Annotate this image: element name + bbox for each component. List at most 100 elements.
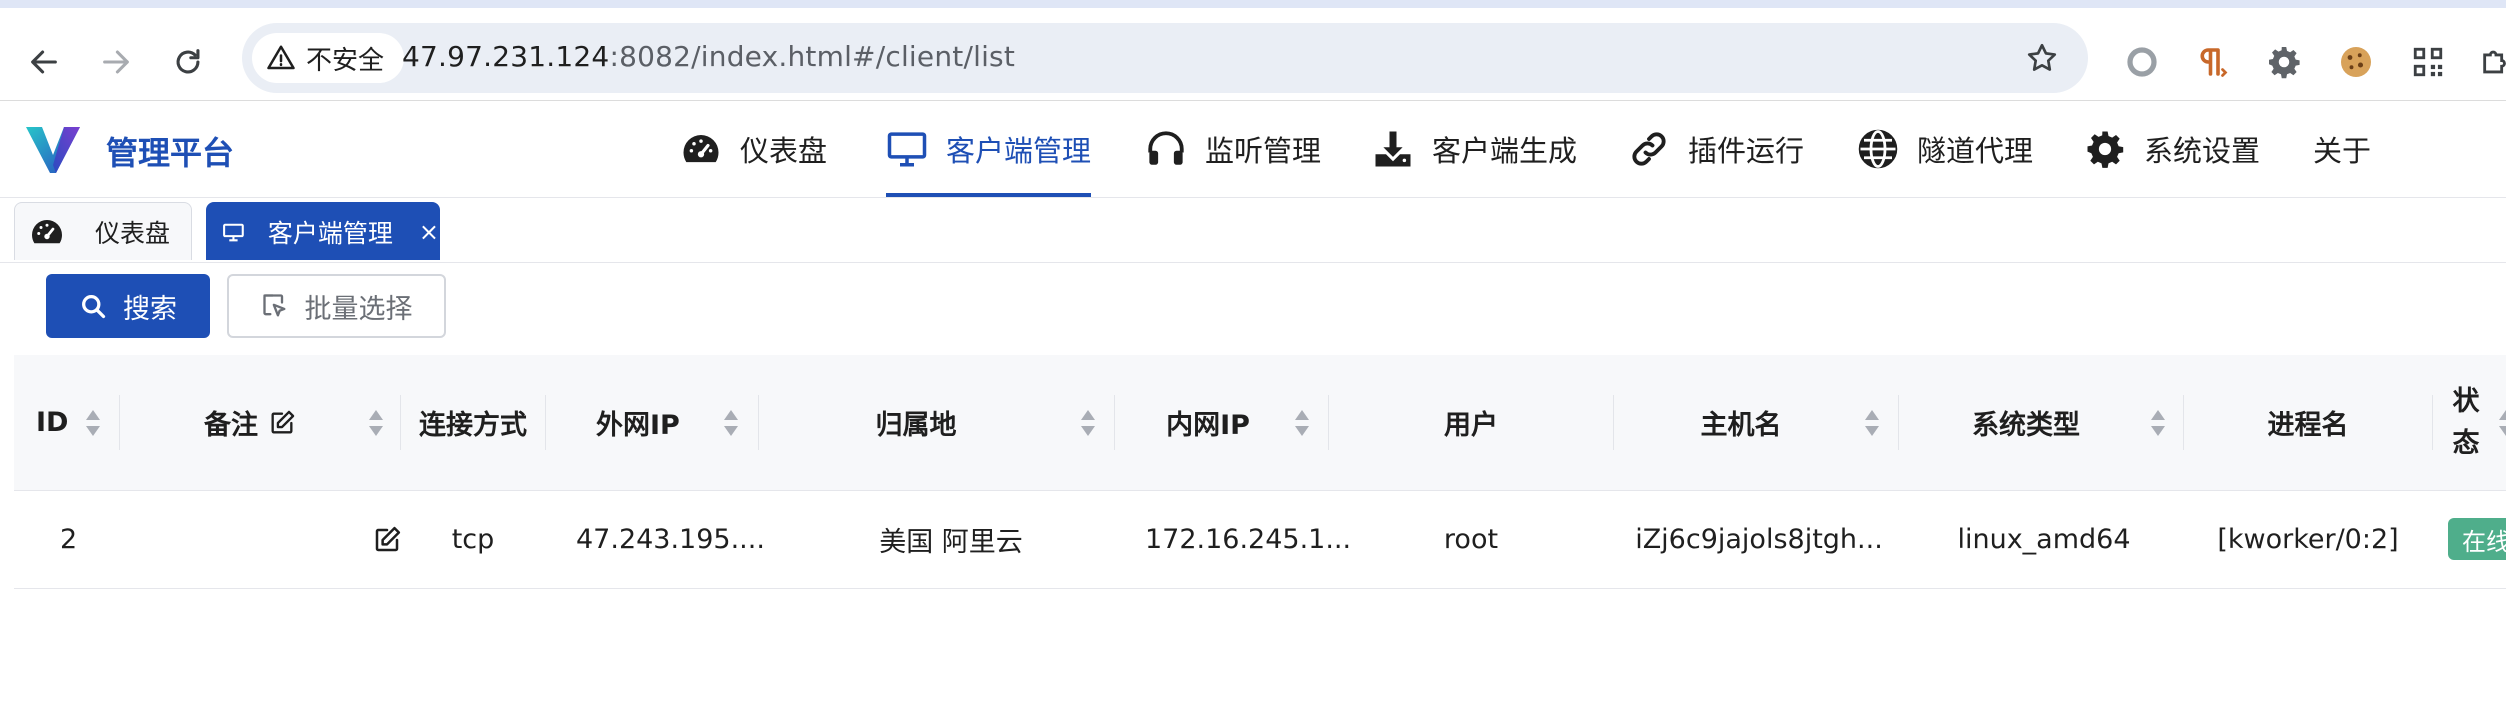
cell-os: linux_amd64 <box>1957 524 2131 555</box>
table-row[interactable]: 2 tcp 47.243.195.... 美国 阿里云 172.16.245.1… <box>14 491 2506 589</box>
forward-button[interactable] <box>88 34 144 90</box>
address-bar[interactable]: 不安全 47.97.231.124:8082/index.html#/clien… <box>242 23 2088 93</box>
column-label: 进程名 <box>2267 410 2349 441</box>
app-logo <box>26 127 80 173</box>
nav-dashboard[interactable]: 仪表盘 <box>680 101 827 197</box>
column-header-process[interactable]: 进程名 <box>2184 355 2432 490</box>
extension-circle-icon[interactable] <box>2122 42 2162 82</box>
column-label: 主机名 <box>1700 410 1782 441</box>
cell-private-ip: 172.16.245.1... <box>1145 524 1352 555</box>
sort-icon[interactable] <box>1862 407 1882 439</box>
tab-label: 仪表盘 <box>95 218 171 248</box>
cell-process: [kworker/0:2] <box>2217 524 2399 555</box>
column-label: 内网IP <box>1166 410 1250 441</box>
nav-system-settings[interactable]: 系统设置 <box>2084 101 2260 197</box>
batch-select-label: 批量选择 <box>304 293 413 325</box>
sort-icon[interactable] <box>1292 407 1312 439</box>
globe-icon <box>1858 129 1898 169</box>
page-tabs: 仪表盘 客户端管理 × <box>0 198 2506 263</box>
window-top-strip <box>0 0 2506 8</box>
edit-icon[interactable] <box>372 525 402 555</box>
sort-icon[interactable] <box>2496 407 2506 439</box>
nav-label: 监听管理 <box>1205 134 1322 168</box>
column-separator <box>2432 395 2433 450</box>
dashboard-icon <box>32 219 63 243</box>
cell-public-ip: 47.243.195.... <box>576 524 765 555</box>
reload-button[interactable] <box>160 34 216 90</box>
table-header: ID 备注 连接方式 外网IP 归属地 内网IP 用户 主机名 系统类型 进程名… <box>14 355 2506 491</box>
nav-client-management[interactable]: 客户端管理 <box>886 101 1092 197</box>
extension-cookie-icon[interactable] <box>2336 42 2376 82</box>
column-label: ID <box>36 407 69 438</box>
nav-plugin-run[interactable]: 插件运行 <box>1628 101 1804 197</box>
close-icon[interactable]: × <box>419 218 439 246</box>
column-header-hostname[interactable]: 主机名 <box>1614 355 1898 490</box>
batch-select-button[interactable]: 批量选择 <box>227 274 446 338</box>
column-header-status[interactable]: 状态 <box>2448 355 2484 490</box>
nav-client-generate[interactable]: 客户端生成 <box>1372 101 1577 197</box>
edit-icon <box>271 410 295 433</box>
nav-label: 关于 <box>2313 134 2372 168</box>
nav-label: 客户端管理 <box>946 134 1092 168</box>
status-badge: 在线 <box>2448 518 2506 560</box>
column-header-user[interactable]: 用户 <box>1329 355 1613 490</box>
plugin-link-icon <box>1632 132 1666 166</box>
brand-title: 管理平台 <box>106 134 235 172</box>
nav-tunnel-proxy[interactable]: 隧道代理 <box>1857 101 2033 197</box>
bookmark-star-icon[interactable] <box>2024 40 2060 76</box>
cell-remark[interactable] <box>120 491 420 588</box>
security-label: 不安全 <box>306 45 385 76</box>
url-text[interactable]: 47.97.231.124:8082/index.html#/client/li… <box>402 40 1015 73</box>
app-header: 管理平台 仪表盘 客户端管理 监听管理 客户端生成 插件运行 隧道代理 系统设置… <box>0 101 2506 198</box>
security-chip[interactable]: 不安全 <box>252 33 405 83</box>
gear-icon <box>2087 131 2124 168</box>
column-header-os[interactable]: 系统类型 <box>1899 355 2183 490</box>
tab-client-management[interactable]: 客户端管理 × <box>206 202 440 260</box>
warning-icon <box>267 45 295 70</box>
extensions-puzzle-icon[interactable] <box>2476 42 2506 82</box>
reload-icon <box>176 49 200 74</box>
column-label: 系统类型 <box>1972 410 2080 441</box>
sort-icon[interactable] <box>83 407 103 439</box>
nav-label: 客户端生成 <box>1432 134 1578 168</box>
nav-label: 系统设置 <box>2144 134 2261 168</box>
arrow-right-icon <box>103 50 129 74</box>
tab-dashboard[interactable]: 仪表盘 <box>14 202 192 260</box>
column-label: 外网IP <box>596 410 680 441</box>
search-icon <box>82 295 106 319</box>
column-header-location[interactable]: 归属地 <box>759 355 1113 490</box>
sort-icon[interactable] <box>366 407 386 439</box>
column-header-id[interactable]: ID <box>14 355 124 490</box>
extension-qrcode-icon[interactable] <box>2408 42 2448 82</box>
extension-gear-icon[interactable] <box>2264 42 2304 82</box>
headphones-icon <box>1148 131 1184 165</box>
sort-icon[interactable] <box>1078 407 1098 439</box>
back-button[interactable] <box>16 34 72 90</box>
nav-label: 仪表盘 <box>740 134 828 168</box>
sort-icon[interactable] <box>2148 407 2168 439</box>
extension-pilcrow-icon[interactable] <box>2192 42 2232 82</box>
column-label: 连接方式 <box>419 410 527 441</box>
nav-listener-management[interactable]: 监听管理 <box>1145 101 1321 197</box>
url-path: :8082/index.html#/client/list <box>609 40 1016 73</box>
search-button[interactable]: 搜索 <box>46 274 210 338</box>
column-label: 用户 <box>1444 410 1498 441</box>
dashboard-icon <box>683 135 719 163</box>
sort-icon[interactable] <box>721 407 741 439</box>
tab-label: 客户端管理 <box>267 218 393 248</box>
nav-label: 隧道代理 <box>1917 134 2034 168</box>
column-header-connection[interactable]: 连接方式 <box>401 355 545 490</box>
nav-about[interactable]: 关于 <box>2313 101 2371 197</box>
cell-hostname: iZj6c9jajols8jtgh... <box>1635 524 1883 555</box>
column-label: 备注 <box>204 410 258 441</box>
column-label: 状态 <box>2452 385 2480 459</box>
browser-toolbar: 不安全 47.97.231.124:8082/index.html#/clien… <box>0 8 2506 101</box>
nav-label: 插件运行 <box>1688 134 1805 168</box>
cell-location: 美国 阿里云 <box>879 527 1023 558</box>
cell-connection: tcp <box>451 524 495 555</box>
arrow-left-icon <box>31 50 57 74</box>
column-label: 归属地 <box>875 410 957 441</box>
search-button-label: 搜索 <box>123 293 177 325</box>
monitor-icon <box>887 132 927 167</box>
cell-user: root <box>1443 524 1499 555</box>
